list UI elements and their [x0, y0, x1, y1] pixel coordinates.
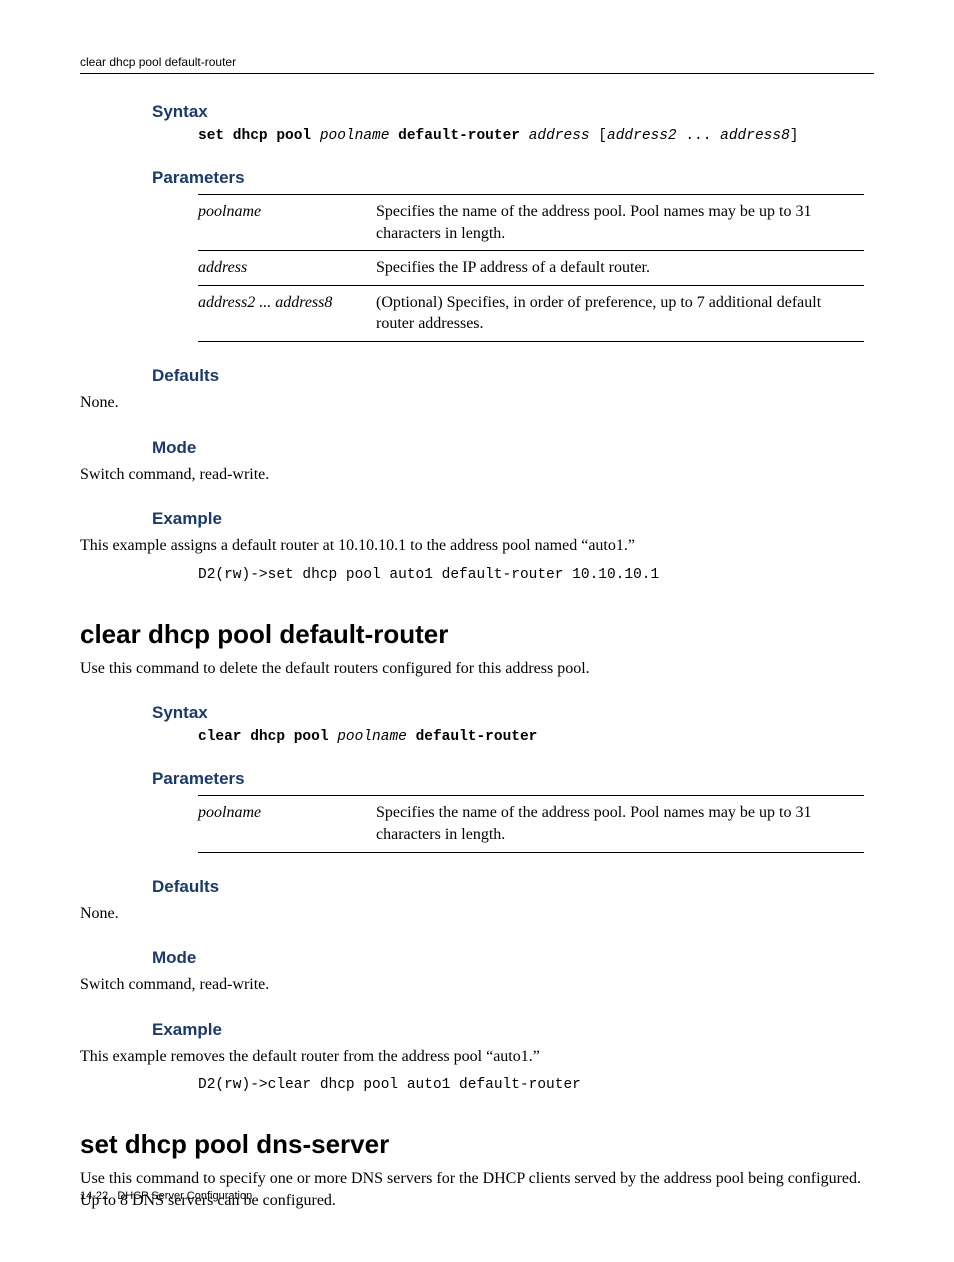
- param-name: address: [198, 251, 376, 286]
- parameters-table-1: poolname Specifies the name of the addre…: [198, 194, 864, 342]
- syntax-line-2: clear dhcp pool poolname default-router: [198, 729, 864, 745]
- mode-heading-2: Mode: [152, 948, 874, 968]
- example-heading-1: Example: [152, 509, 874, 529]
- example-intro-1: This example assigns a default router at…: [80, 535, 874, 557]
- mode-body-1: Switch command, read-write.: [80, 464, 874, 486]
- parameters-heading-1: Parameters: [152, 168, 874, 188]
- syntax-heading-2: Syntax: [152, 703, 874, 723]
- param-desc: (Optional) Specifies, in order of prefer…: [376, 285, 864, 341]
- command-title-clear: clear dhcp pool default-router: [80, 619, 874, 650]
- mode-heading-1: Mode: [152, 438, 874, 458]
- mode-body-2: Switch command, read-write.: [80, 974, 874, 996]
- param-name: poolname: [198, 796, 376, 852]
- table-row: address2 ... address8 (Optional) Specifi…: [198, 285, 864, 341]
- table-row: address Specifies the IP address of a de…: [198, 251, 864, 286]
- command-title-dns: set dhcp pool dns-server: [80, 1129, 874, 1160]
- footer-chapter: DHCP Server Configuration: [117, 1190, 252, 1202]
- example-code-1: D2(rw)->set dhcp pool auto1 default-rout…: [198, 567, 864, 583]
- defaults-heading-1: Defaults: [152, 366, 874, 386]
- syntax-line-1: set dhcp pool poolname default-router ad…: [198, 128, 864, 144]
- page-footer: 14-22 DHCP Server Configuration: [80, 1190, 252, 1202]
- example-code-2: D2(rw)->clear dhcp pool auto1 default-ro…: [198, 1077, 864, 1093]
- param-name: poolname: [198, 195, 376, 251]
- param-desc: Specifies the name of the address pool. …: [376, 796, 864, 852]
- example-heading-2: Example: [152, 1020, 874, 1040]
- command-intro-clear: Use this command to delete the default r…: [80, 658, 874, 680]
- parameters-heading-2: Parameters: [152, 769, 874, 789]
- param-desc: Specifies the IP address of a default ro…: [376, 251, 864, 286]
- table-row: poolname Specifies the name of the addre…: [198, 796, 864, 852]
- defaults-heading-2: Defaults: [152, 877, 874, 897]
- param-name: address2 ... address8: [198, 285, 376, 341]
- running-header: clear dhcp pool default-router: [80, 55, 874, 74]
- table-row: poolname Specifies the name of the addre…: [198, 195, 864, 251]
- footer-page-number: 14-22: [80, 1190, 108, 1202]
- parameters-table-2: poolname Specifies the name of the addre…: [198, 795, 864, 852]
- syntax-heading-1: Syntax: [152, 102, 874, 122]
- example-intro-2: This example removes the default router …: [80, 1046, 874, 1068]
- defaults-body-1: None.: [80, 392, 874, 414]
- defaults-body-2: None.: [80, 903, 874, 925]
- param-desc: Specifies the name of the address pool. …: [376, 195, 864, 251]
